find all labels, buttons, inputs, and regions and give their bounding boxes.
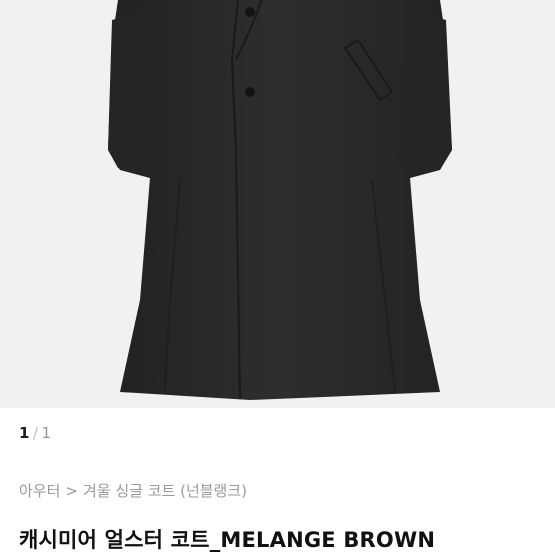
image-pager: 1/1 — [19, 424, 52, 442]
coat-button-bottom — [245, 87, 255, 97]
pager-current: 1 — [19, 424, 30, 442]
coat-button-top — [245, 7, 255, 17]
coat-body — [108, 0, 452, 400]
product-title: 캐시미어 얼스터 코트_MELANGE BROWN — [19, 528, 436, 552]
pager-total: 1 — [41, 424, 52, 442]
product-image[interactable] — [0, 0, 555, 408]
breadcrumb-item-outer[interactable]: 아우터 — [19, 482, 60, 500]
breadcrumb: 아우터 > 겨울 싱글 코트 (넌블랭크) — [19, 480, 247, 501]
breadcrumb-item-category[interactable]: 겨울 싱글 코트 (넌블랭크) — [83, 482, 247, 500]
breadcrumb-separator: > — [65, 482, 78, 500]
coat-image — [108, 0, 452, 400]
product-detail-page: 1/1 아우터 > 겨울 싱글 코트 (넌블랭크) 캐시미어 얼스터 코트_MELA… — [0, 0, 555, 555]
pager-separator: / — [32, 424, 39, 442]
